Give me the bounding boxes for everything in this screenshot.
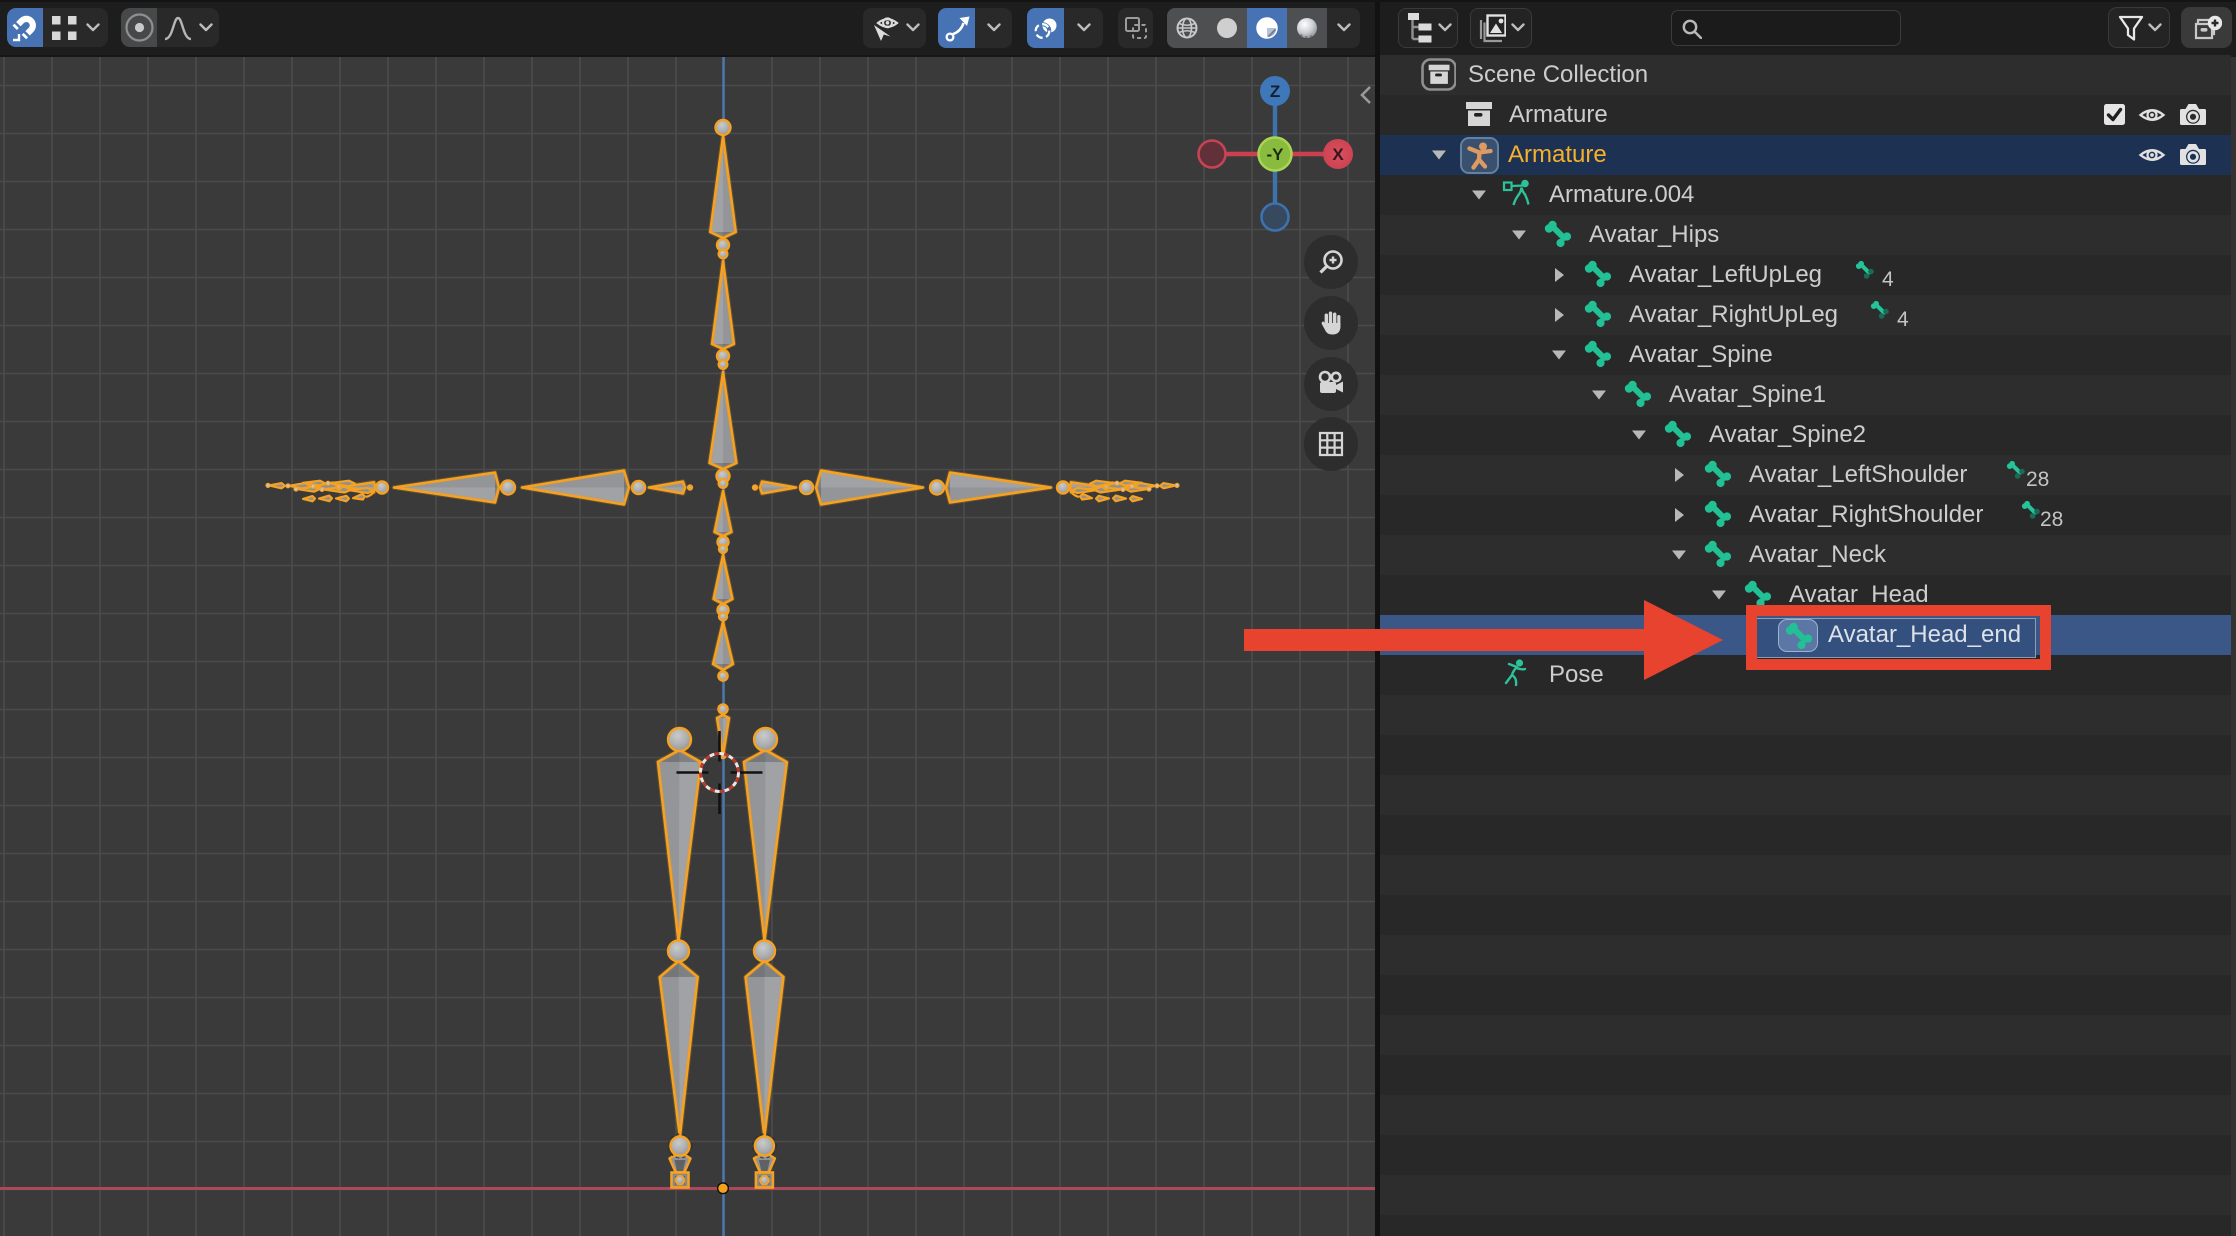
- svg-text:Z: Z: [1270, 82, 1280, 101]
- svg-text:-Y: -Y: [1267, 145, 1285, 164]
- svg-text:X: X: [1332, 145, 1344, 164]
